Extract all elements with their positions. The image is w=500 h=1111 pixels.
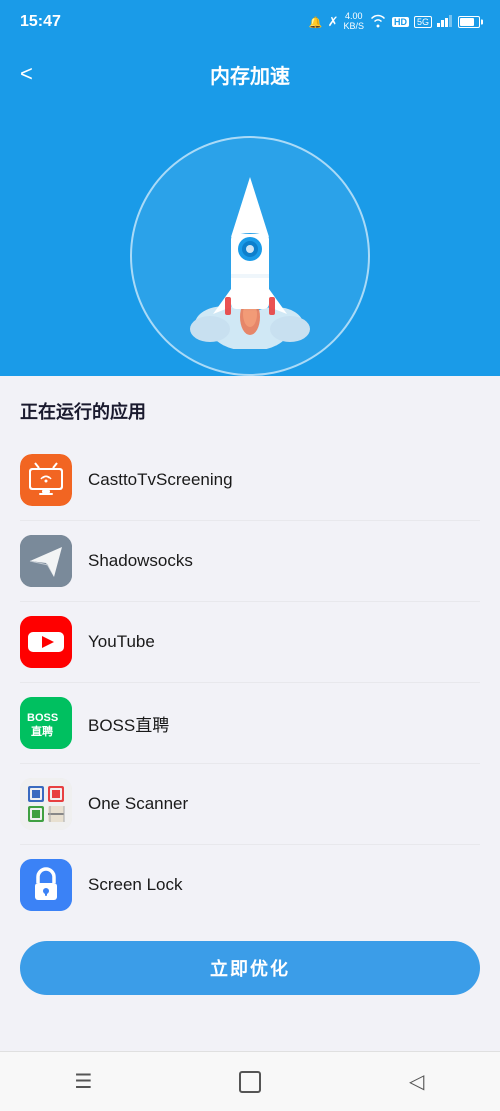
header: < 内存加速 bbox=[0, 44, 500, 96]
signal-icon bbox=[437, 15, 453, 30]
section-title: 正在运行的应用 bbox=[20, 398, 480, 424]
5g-badge: 5G bbox=[414, 16, 432, 28]
scroll-container: 正在运行的应用 bbox=[0, 96, 500, 1111]
main-content: 正在运行的应用 bbox=[0, 376, 500, 925]
list-item: BOSS 直聘 BOSS直聘 bbox=[20, 683, 480, 764]
optimize-button[interactable]: 立即优化 bbox=[20, 941, 480, 995]
list-item: YouTube bbox=[20, 602, 480, 683]
status-bar: 15:47 🔔 ✗ 4.00KB/S HD 5G bbox=[0, 0, 500, 44]
bottom-nav: ☰ ◁ bbox=[0, 1051, 500, 1111]
wifi-icon bbox=[369, 14, 387, 31]
home-icon bbox=[239, 1071, 261, 1093]
network-speed: 4.00KB/S bbox=[343, 12, 364, 32]
app-name-scanner: One Scanner bbox=[88, 794, 188, 814]
svg-text:BOSS: BOSS bbox=[27, 712, 58, 724]
list-item: Shadowsocks bbox=[20, 521, 480, 602]
app-name-casttv: CasttoTvScreening bbox=[88, 470, 233, 490]
app-icon-scanner bbox=[20, 778, 72, 830]
optimize-button-container: 立即优化 bbox=[0, 925, 500, 1011]
app-list: CasttoTvScreening Shadowsocks bbox=[20, 440, 480, 925]
status-icons: 🔔 ✗ 4.00KB/S HD 5G bbox=[309, 12, 480, 32]
rocket-illustration bbox=[185, 159, 315, 349]
app-icon-boss: BOSS 直聘 bbox=[20, 697, 72, 749]
app-icon-shadowsocks bbox=[20, 535, 72, 587]
menu-icon: ☰ bbox=[74, 1069, 92, 1094]
page-container: 15:47 🔔 ✗ 4.00KB/S HD 5G bbox=[0, 0, 500, 1111]
app-icon-screenlock bbox=[20, 859, 72, 911]
battery-icon bbox=[458, 16, 480, 28]
back-button[interactable]: < bbox=[20, 61, 33, 87]
bluetooth-icon: ✗ bbox=[328, 14, 339, 30]
app-icon-casttv bbox=[20, 454, 72, 506]
app-name-screenlock: Screen Lock bbox=[88, 875, 183, 895]
home-nav-button[interactable] bbox=[230, 1062, 270, 1102]
hero-section bbox=[0, 96, 500, 376]
app-icon-youtube bbox=[20, 616, 72, 668]
svg-text:直聘: 直聘 bbox=[31, 724, 53, 738]
menu-nav-button[interactable]: ☰ bbox=[63, 1062, 103, 1102]
list-item: Screen Lock bbox=[20, 845, 480, 925]
back-nav-button[interactable]: ◁ bbox=[397, 1062, 437, 1102]
hd-badge: HD bbox=[392, 17, 409, 27]
status-time: 15:47 bbox=[20, 13, 61, 31]
list-item: One Scanner bbox=[20, 764, 480, 845]
back-nav-icon: ◁ bbox=[409, 1069, 424, 1094]
notification-icon: 🔔 bbox=[309, 16, 323, 29]
app-name-youtube: YouTube bbox=[88, 632, 155, 652]
page-title: 内存加速 bbox=[210, 60, 290, 89]
list-item: CasttoTvScreening bbox=[20, 440, 480, 521]
app-name-shadowsocks: Shadowsocks bbox=[88, 551, 193, 571]
hero-circle bbox=[130, 136, 370, 376]
app-name-boss: BOSS直聘 bbox=[88, 711, 169, 736]
